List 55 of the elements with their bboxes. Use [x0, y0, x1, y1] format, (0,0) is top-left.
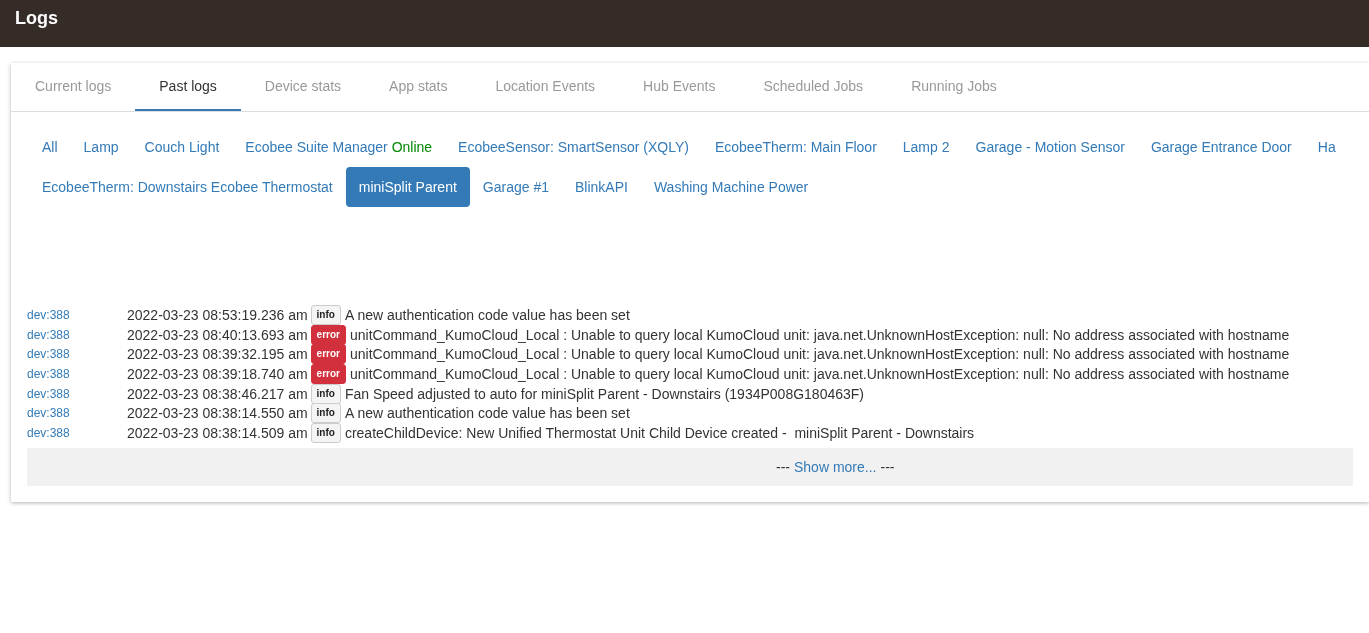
device-link[interactable]: Lamp 2 — [889, 127, 963, 167]
tab[interactable]: Past logs — [135, 63, 241, 111]
level-badge: error — [310, 363, 346, 384]
device-link[interactable]: Garage - Motion Sensor — [962, 127, 1138, 167]
source-link[interactable]: dev:388 — [27, 406, 127, 421]
show-more-link[interactable]: Show more... — [794, 458, 877, 475]
show-more-dashes: --- — [880, 458, 895, 475]
tab[interactable]: Hub Events — [619, 63, 740, 111]
device-link[interactable]: BlinkAPI — [562, 167, 641, 207]
device-link[interactable]: Couch Light — [131, 127, 233, 167]
tab[interactable]: App stats — [365, 63, 472, 111]
device-link[interactable]: Ha — [1304, 127, 1349, 167]
show-more-dashes: --- — [776, 458, 790, 475]
source-link[interactable]: dev:388 — [27, 347, 127, 362]
level-badge: info — [310, 422, 341, 443]
device-link[interactable]: EcobeeTherm: Main Floor — [701, 127, 890, 167]
device-link[interactable]: miniSplit Parent — [345, 167, 470, 207]
log-time: 2022-03-23 08:40:13.693 am — [127, 326, 308, 343]
log-message: unitCommand_KumoCloud_Local : Unable to query local KumoCloud unit: java.net.UnknownHostException: null: No address associated with hostname — [349, 326, 1290, 343]
log-message: unitCommand_KumoCloud_Local : Unable to query local KumoCloud unit: java.net.UnknownHostException: null: No address associated with hostname — [349, 365, 1290, 382]
tab[interactable]: Device stats — [240, 63, 366, 111]
device-link[interactable]: Washing Machine Power — [640, 167, 822, 207]
device-link[interactable]: Ecobee Suite Manager Online — [232, 127, 446, 167]
device-link[interactable]: Garage #1 — [469, 167, 562, 207]
level-badge: info — [310, 383, 341, 404]
level-badge: error — [310, 344, 346, 365]
source-link[interactable]: dev:388 — [27, 327, 127, 342]
source-link[interactable]: dev:388 — [27, 425, 127, 440]
log-message: Fan Speed adjusted to auto for miniSplit Parent - Downstairs (1934P008G180463F) — [344, 385, 864, 402]
level-badge: info — [310, 403, 341, 424]
device-link[interactable]: EcobeeSensor: SmartSensor (XQLY) — [445, 127, 702, 167]
level-badge: error — [310, 324, 346, 345]
level-badge: info — [310, 304, 341, 325]
tab[interactable]: Scheduled Jobs — [739, 63, 888, 111]
log-time: 2022-03-23 08:38:14.509 am — [127, 424, 308, 441]
log-message: A new authentication code value has been set — [344, 405, 630, 422]
device-link[interactable]: Garage Entrance Door — [1137, 127, 1305, 167]
log-message: createChildDevice: New Unified Thermostat Unit Child Device created - miniSplit Parent - Downstairs — [344, 424, 975, 441]
device-link[interactable]: Lamp — [70, 127, 132, 167]
log-message: A new authentication code value has been set — [344, 306, 630, 323]
device-link[interactable]: EcobeeTherm: Downstairs Ecobee Thermostat — [29, 167, 346, 207]
log-time: 2022-03-23 08:39:18.740 am — [127, 365, 308, 382]
log-time: 2022-03-23 08:38:14.550 am — [127, 405, 308, 422]
tab[interactable]: Location Events — [471, 63, 620, 111]
source-link[interactable]: dev:388 — [27, 366, 127, 381]
source-link[interactable]: dev:388 — [27, 307, 127, 322]
log-time: 2022-03-23 08:38:46.217 am — [127, 385, 308, 402]
log-time: 2022-03-23 08:53:19.236 am — [127, 306, 308, 323]
device-link[interactable]: All — [29, 127, 71, 167]
page-title: Logs — [15, 8, 58, 28]
log-time: 2022-03-23 08:39:32.195 am — [127, 346, 308, 363]
source-link[interactable]: dev:388 — [27, 386, 127, 401]
log-message: unitCommand_KumoCloud_Local : Unable to query local KumoCloud unit: java.net.UnknownHostException: null: No address associated with hostname — [349, 346, 1290, 363]
tab[interactable]: Running Jobs — [887, 63, 1021, 111]
tab[interactable]: Current logs — [11, 63, 136, 111]
